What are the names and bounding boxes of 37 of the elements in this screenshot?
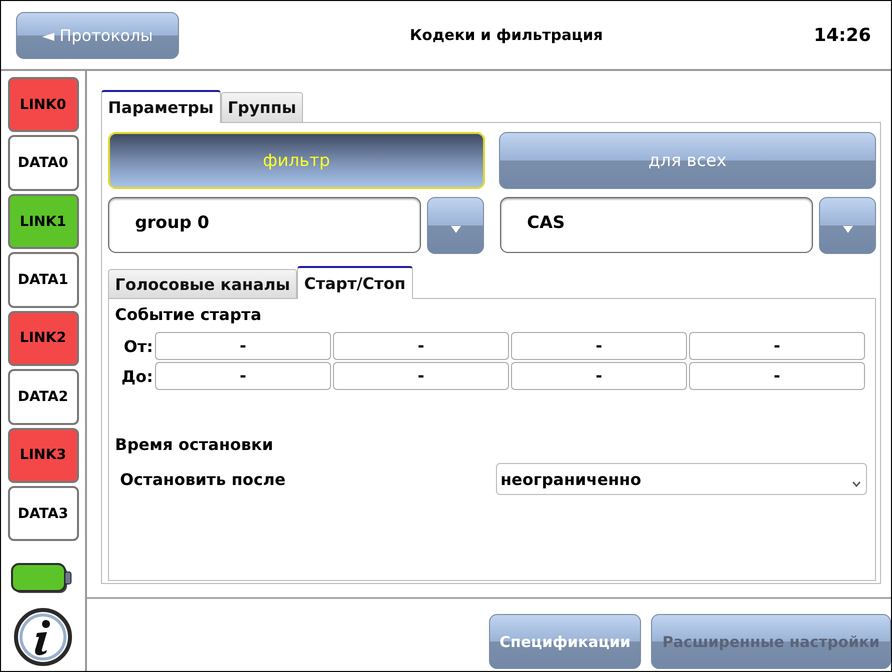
caret-icon	[450, 225, 462, 234]
link-button[interactable]: DATA1	[8, 252, 78, 308]
tab[interactable]: Параметры	[101, 90, 221, 123]
chevron-icon	[852, 481, 861, 487]
link-button[interactable]: LINK1	[8, 194, 78, 250]
input-field[interactable]: -	[333, 332, 509, 360]
section-title: Время остановки	[115, 435, 274, 456]
field-label: До:	[120, 366, 153, 386]
section-title: Событие старта	[115, 305, 262, 326]
clock-time: 14:26	[814, 24, 871, 46]
link-button[interactable]: DATA0	[8, 135, 78, 191]
input-field[interactable]: -	[155, 362, 331, 390]
info-icon[interactable]	[13, 606, 73, 667]
tab[interactable]: Голосовые каналы	[108, 269, 298, 298]
input-field[interactable]: -	[511, 362, 687, 390]
link-button[interactable]: LINK2	[8, 310, 78, 366]
link-button[interactable]: LINK0	[8, 77, 78, 132]
link-button[interactable]: DATA2	[8, 369, 78, 425]
window-title: Кодеки и фильтрация	[408, 26, 604, 44]
dropdown-button[interactable]	[819, 197, 876, 254]
input-field[interactable]: -	[155, 332, 331, 360]
select-field[interactable]: group 0	[108, 197, 421, 253]
select-field[interactable]: неограниченно	[496, 463, 867, 495]
tab[interactable]: Группы	[220, 92, 304, 122]
dropdown-button[interactable]	[427, 197, 484, 254]
field-label: От:	[122, 336, 153, 356]
tab[interactable]: Старт/Стоп	[297, 266, 413, 299]
caret-icon	[842, 225, 854, 234]
link-button[interactable]: DATA3	[8, 486, 78, 542]
input-field[interactable]: -	[511, 332, 687, 360]
link-button[interactable]: LINK3	[8, 428, 78, 483]
field-label: Остановить после	[119, 470, 287, 488]
input-field[interactable]: -	[689, 332, 865, 360]
input-field[interactable]: -	[333, 362, 509, 390]
input-field[interactable]: -	[689, 362, 865, 390]
select-value: неограниченно	[500, 470, 642, 488]
select-field[interactable]: CAS	[500, 197, 813, 253]
